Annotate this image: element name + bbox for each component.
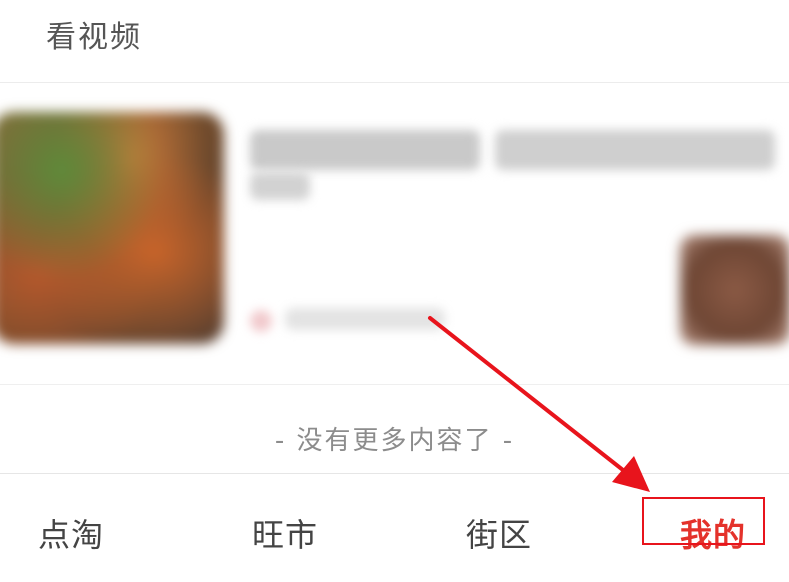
divider	[0, 82, 789, 83]
video-card[interactable]	[0, 100, 789, 370]
end-of-list-text: - 没有更多内容了 -	[274, 426, 515, 456]
video-title-blurred	[250, 130, 480, 170]
avatar[interactable]	[680, 235, 789, 345]
video-title-blurred	[250, 172, 310, 200]
tab-wangshi[interactable]: 旺市	[252, 510, 318, 556]
app-screen: 看视频 - 没有更多内容了 - 点淘 旺市 街区 我的	[0, 0, 789, 582]
divider	[0, 384, 789, 385]
page-title: 看视频	[46, 20, 142, 55]
video-title-blurred	[495, 130, 775, 170]
tab-diantao[interactable]: 点淘	[38, 510, 104, 556]
video-meta-blurred	[285, 308, 445, 330]
highlight-box	[642, 497, 765, 545]
video-thumbnail[interactable]	[0, 112, 224, 344]
like-icon	[250, 310, 272, 332]
tab-jiequ[interactable]: 街区	[466, 510, 532, 556]
